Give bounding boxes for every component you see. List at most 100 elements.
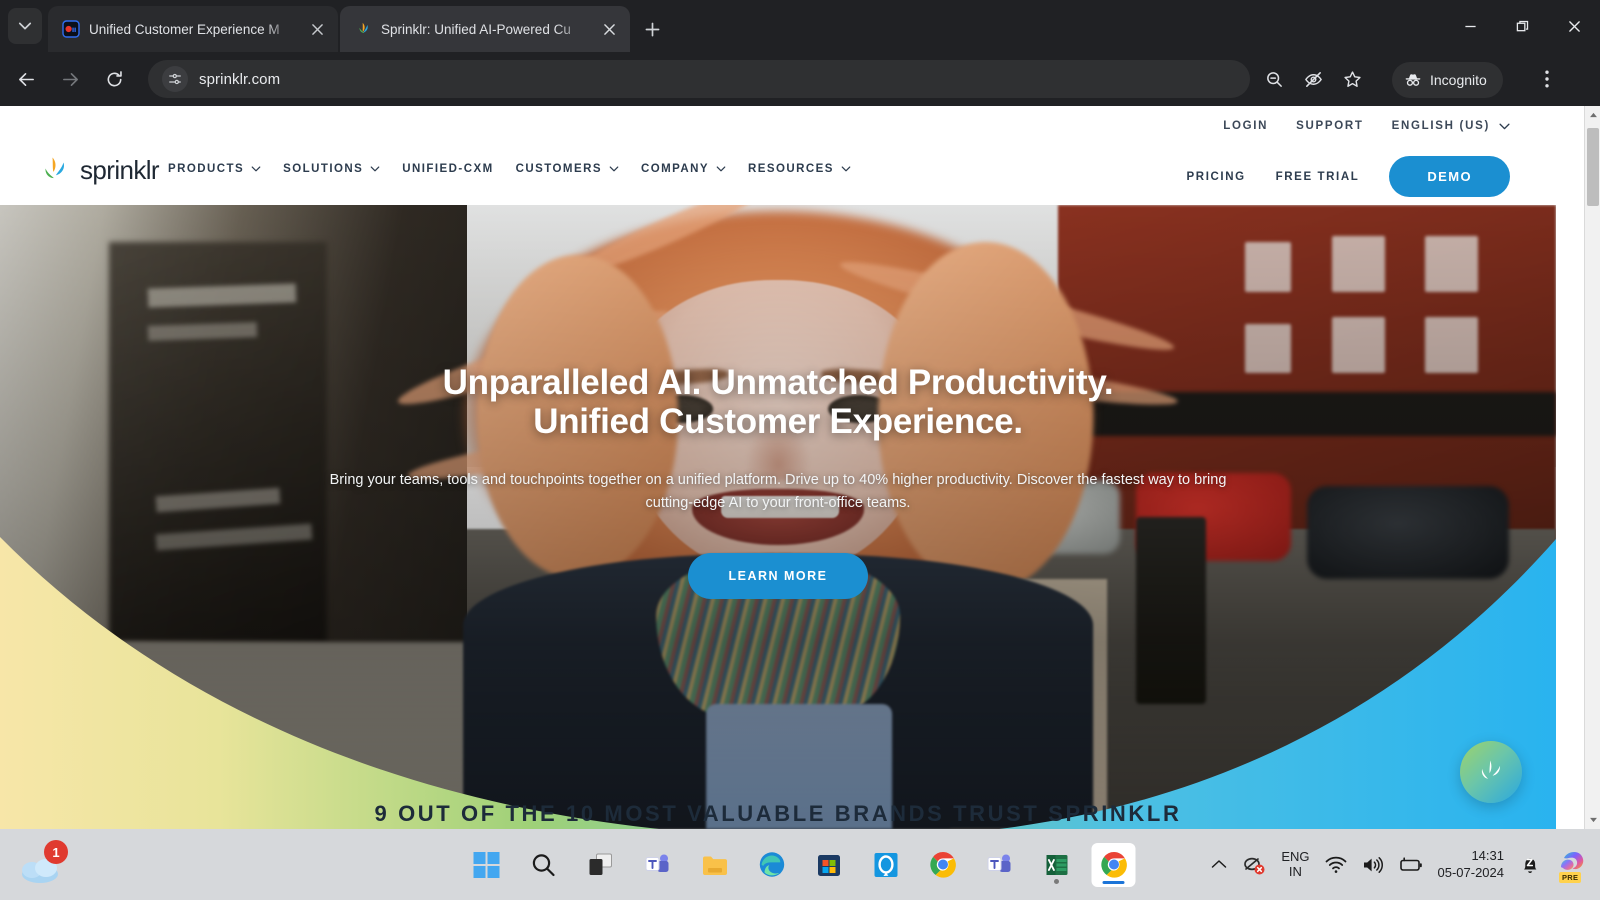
- reload-icon: [107, 70, 122, 86]
- mic-status-button[interactable]: [1242, 855, 1266, 875]
- blue-circle-icon: [874, 852, 897, 877]
- star-icon: [1343, 70, 1361, 87]
- kebab-menu-icon: [1545, 70, 1549, 88]
- browser-tab[interactable]: Unified Customer Experience M: [48, 6, 338, 52]
- sprinklr-logo[interactable]: sprinklr: [38, 154, 160, 186]
- chrome-active-button[interactable]: [1091, 842, 1136, 887]
- date-text: 05-07-2024: [1437, 864, 1505, 880]
- nav-item-resources[interactable]: RESOURCES: [748, 163, 851, 175]
- edge-button[interactable]: [750, 843, 794, 887]
- windows-taskbar: 1 ENG IN 14:31 05-07-2024 PRE: [0, 829, 1600, 900]
- back-button[interactable]: [9, 62, 43, 96]
- zoom-out-icon: [1266, 71, 1282, 87]
- teams-classic-button[interactable]: [978, 843, 1022, 887]
- microsoft-store-button[interactable]: [807, 843, 851, 887]
- url-text: sprinklr.com: [199, 70, 281, 88]
- running-indicator: [1054, 878, 1059, 884]
- minimize-icon: [1464, 25, 1476, 27]
- notification-badge: 1: [44, 840, 68, 864]
- nav-item-unified-cxm[interactable]: UNIFIED-CXM: [402, 163, 493, 175]
- support-link[interactable]: SUPPORT: [1296, 120, 1364, 132]
- nav-label: COMPANY: [640, 163, 710, 175]
- login-link[interactable]: LOGIN: [1223, 120, 1268, 132]
- zoom-out-button[interactable]: [1258, 63, 1290, 95]
- caret-up-icon: [1589, 112, 1597, 118]
- notifications-button[interactable]: [1519, 854, 1541, 876]
- file-explorer-button[interactable]: [693, 843, 737, 887]
- tab-search-button[interactable]: [8, 8, 42, 44]
- pricing-link[interactable]: PRICING: [1187, 171, 1246, 183]
- nav-item-solutions[interactable]: SOLUTIONS: [283, 163, 380, 175]
- minimize-button[interactable]: [1444, 0, 1496, 52]
- system-tray: ENG IN 14:31 05-07-2024 PRE: [1211, 829, 1590, 900]
- page-viewport: LOGIN SUPPORT ENGLISH (US) sprinklr PROD…: [0, 106, 1600, 829]
- scrollbar-thumb[interactable]: [1587, 128, 1599, 206]
- nav-item-customers[interactable]: CUSTOMERS: [516, 163, 619, 175]
- tab-strip: Unified Customer Experience M Sprinklr: …: [0, 0, 1600, 52]
- site-settings-icon[interactable]: [162, 66, 188, 92]
- chevron-down-icon: [609, 166, 619, 172]
- nav-item-products[interactable]: PRODUCTS: [168, 163, 261, 175]
- tray-overflow-button[interactable]: [1211, 859, 1227, 870]
- tracking-protection-button[interactable]: [1297, 63, 1329, 95]
- nav-item-company[interactable]: COMPANY: [641, 163, 726, 175]
- maximize-button[interactable]: [1496, 0, 1548, 52]
- teams-icon: [987, 854, 1011, 872]
- address-bar[interactable]: sprinklr.com: [148, 60, 1250, 98]
- caret-down-icon: [1589, 817, 1597, 823]
- copilot-button[interactable]: PRE: [1556, 848, 1590, 883]
- headline-line-2: Unified Customer Experience.: [533, 402, 1023, 442]
- battery-button[interactable]: [1399, 856, 1423, 873]
- weather-widget[interactable]: 1: [14, 840, 78, 887]
- chevron-up-icon: [1212, 860, 1227, 868]
- running-indicator: [1102, 880, 1125, 884]
- close-icon: [311, 23, 323, 35]
- taskbar-apps: [465, 829, 1136, 900]
- start-button[interactable]: [465, 843, 509, 887]
- excel-button[interactable]: [1035, 843, 1079, 887]
- window-controls: [1444, 0, 1600, 52]
- scroll-down-button[interactable]: [1585, 811, 1600, 829]
- incognito-label: Incognito: [1430, 72, 1487, 88]
- scroll-up-button[interactable]: [1585, 106, 1600, 124]
- language-label: ENGLISH (US): [1391, 120, 1490, 132]
- browser-tab-active[interactable]: Sprinklr: Unified AI-Powered Cu: [340, 6, 630, 52]
- close-button[interactable]: [1548, 0, 1600, 52]
- incognito-indicator[interactable]: Incognito: [1392, 62, 1503, 98]
- teams-chat-button[interactable]: [636, 843, 680, 887]
- speaker-icon: [1363, 856, 1383, 873]
- chat-widget-button[interactable]: [1460, 741, 1522, 803]
- time-text: 14:31: [1471, 847, 1504, 863]
- hero-headline: Unparalleled AI. Unmatched Productivity.…: [160, 363, 1396, 441]
- language-selector[interactable]: ENGLISH (US): [1392, 120, 1510, 132]
- main-navigation: PRODUCTS SOLUTIONS UNIFIED-CXM CUSTOMERS: [168, 163, 851, 175]
- chevron-down-icon: [1499, 123, 1510, 129]
- task-view-button[interactable]: [579, 843, 623, 887]
- page-scrollbar[interactable]: [1584, 106, 1600, 829]
- clock[interactable]: 14:31 05-07-2024: [1438, 848, 1505, 882]
- new-tab-button[interactable]: [637, 14, 667, 44]
- hero-section: Unparalleled AI. Unmatched Productivity.…: [0, 205, 1556, 829]
- search-button[interactable]: [522, 843, 566, 887]
- arrow-right-icon: [62, 72, 78, 86]
- chevron-down-icon: [370, 166, 380, 172]
- bookmark-button[interactable]: [1336, 63, 1368, 95]
- close-icon: [1568, 20, 1580, 32]
- free-trial-link[interactable]: FREE TRIAL: [1276, 171, 1360, 183]
- nav-label: RESOURCES: [748, 163, 834, 175]
- tab-close-button[interactable]: [598, 18, 620, 40]
- language-indicator[interactable]: ENG IN: [1281, 849, 1309, 880]
- tab-close-button[interactable]: [306, 18, 328, 40]
- tab-title: Sprinklr: Unified AI-Powered Cu: [381, 21, 571, 37]
- chrome-button[interactable]: [921, 843, 965, 887]
- wifi-button[interactable]: [1325, 856, 1347, 874]
- browser-toolbar: sprinklr.com Incognito: [0, 52, 1600, 106]
- browser-menu-button[interactable]: [1532, 63, 1562, 95]
- chevron-down-icon: [18, 22, 32, 30]
- reload-button[interactable]: [97, 62, 131, 96]
- search-icon: [532, 853, 555, 876]
- volume-button[interactable]: [1362, 856, 1384, 874]
- forward-button[interactable]: [53, 62, 87, 96]
- halo-app-button[interactable]: [864, 843, 908, 887]
- demo-button[interactable]: DEMO: [1389, 156, 1510, 197]
